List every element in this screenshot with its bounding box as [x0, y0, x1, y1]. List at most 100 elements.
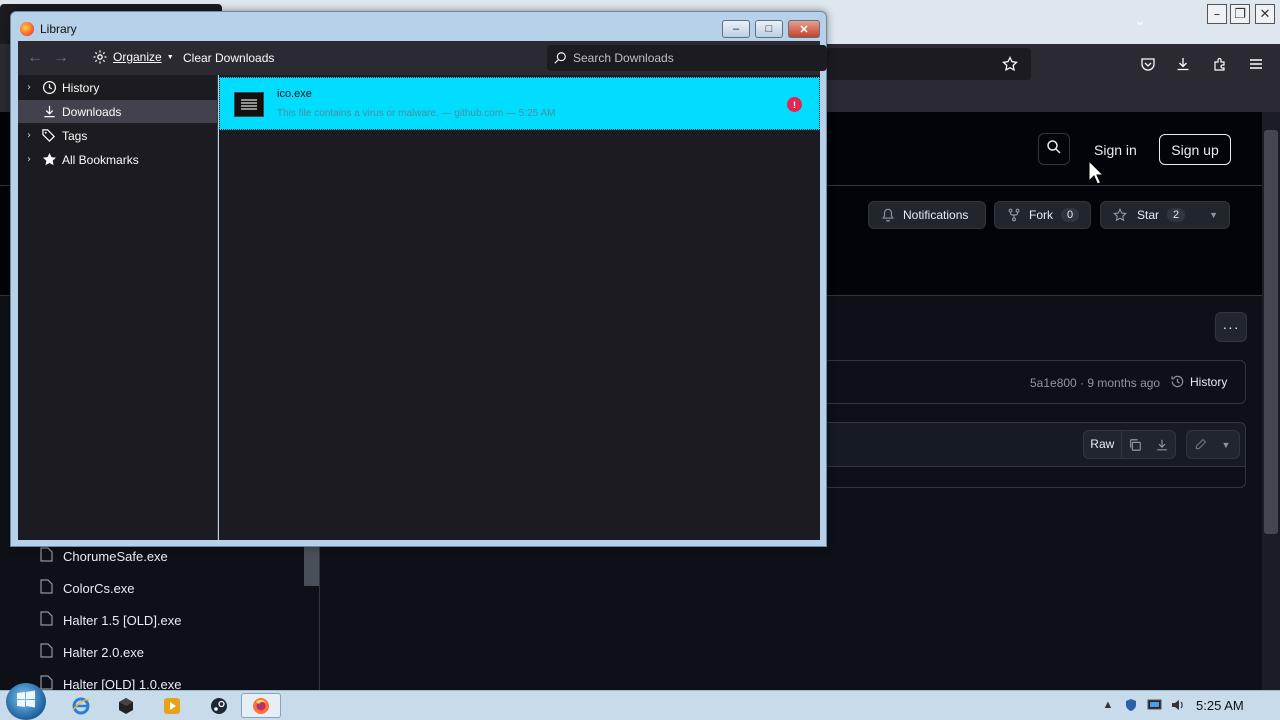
downloads-list: ico.exe This file contains a virus or ma… [219, 75, 820, 540]
file-name: Halter 1.5 [OLD].exe [63, 612, 182, 628]
expand-chevron-icon[interactable]: › [18, 82, 40, 93]
browser-close-button[interactable]: ✕ [1255, 4, 1275, 24]
fork-count: 0 [1061, 208, 1080, 222]
organize-menu-button[interactable]: Organize ▼ [92, 49, 174, 65]
taskbar-clock[interactable]: 5:25 AM [1196, 698, 1244, 713]
menu-hamburger-icon[interactable] [1246, 54, 1266, 74]
organize-label: Organize [113, 50, 162, 64]
extensions-icon[interactable] [1210, 54, 1230, 74]
maximize-button[interactable]: □ [755, 20, 783, 38]
taskbar-firefox-icon[interactable] [241, 693, 281, 718]
star-button[interactable]: Star 2 ▼ [1100, 201, 1230, 229]
executable-file-icon [234, 92, 264, 117]
library-title-bar[interactable]: Library – □ ✕ [11, 12, 826, 40]
sidebar-item-tags[interactable]: › Tags [18, 124, 217, 147]
close-button[interactable]: ✕ [788, 20, 820, 38]
copy-icon[interactable] [1122, 431, 1149, 458]
star-icon [1113, 208, 1127, 222]
sign-up-button[interactable]: Sign up [1159, 134, 1231, 165]
download-raw-icon[interactable] [1148, 431, 1175, 458]
file-name: ColorCs.exe [63, 580, 135, 596]
fork-label: Fork [1029, 208, 1053, 222]
taskbar [0, 690, 1280, 720]
tray-security-icon[interactable] [1123, 697, 1139, 713]
star-label: Star [1137, 208, 1160, 222]
edit-button-group: ▼ [1186, 430, 1240, 459]
minimize-button[interactable]: – [722, 20, 750, 38]
clear-downloads-button[interactable]: Clear Downloads [183, 51, 274, 65]
download-status: This file contains a virus or malware. —… [277, 108, 556, 119]
tag-icon [40, 128, 58, 144]
expand-chevron-icon[interactable]: › [18, 130, 40, 141]
file-header [826, 422, 1246, 467]
tray-expand-icon[interactable]: ▲ [1100, 697, 1116, 713]
list-tabs-chevron-icon[interactable]: ⌄ [1134, 12, 1146, 29]
taskbar-steam-icon[interactable] [199, 693, 239, 718]
browser-minimize-button[interactable]: – [1207, 4, 1227, 24]
raw-button-group: Raw [1083, 430, 1176, 459]
library-sidebar: › History Downloads › Tags › All Bookmar… [18, 75, 218, 540]
forward-arrow-icon[interactable]: → [53, 49, 69, 67]
taskbar-app-icon[interactable] [106, 693, 146, 718]
back-arrow-icon[interactable]: ← [27, 49, 43, 67]
window-title: Library [40, 22, 77, 36]
file-tree-item[interactable]: ColorCs.exe [40, 579, 135, 597]
bookmark-star-icon[interactable] [1000, 54, 1020, 74]
file-tree-scrollbar-thumb[interactable] [304, 546, 319, 586]
edit-dropdown-caret-icon[interactable]: ▼ [1213, 431, 1239, 458]
expand-chevron-icon[interactable]: › [18, 154, 40, 165]
windows-logo-icon [16, 690, 36, 713]
start-button[interactable] [6, 683, 46, 720]
sidebar-item-label: Tags [62, 128, 88, 143]
search-downloads-input[interactable] [573, 51, 813, 65]
file-name: ChorumeSafe.exe [63, 548, 168, 564]
file-body [826, 466, 1246, 488]
library-toolbar: ← → Organize ▼ Clear Downloads [18, 41, 827, 75]
star-dropdown-caret-icon[interactable]: ▼ [1209, 210, 1218, 220]
notifications-label: Notifications [903, 208, 969, 222]
page-scrollbar-thumb[interactable] [1264, 130, 1278, 534]
bell-icon [881, 208, 895, 222]
taskbar-ie-icon[interactable] [61, 693, 101, 718]
tray-network-icon[interactable] [1147, 697, 1163, 713]
file-tree-item[interactable]: ChorumeSafe.exe [40, 547, 168, 565]
sidebar-item-history[interactable]: › History [18, 76, 217, 99]
more-options-button[interactable]: ··· [1215, 312, 1247, 342]
library-window: Library – □ ✕ ← → Organize ▼ Clear Downl… [10, 11, 827, 547]
search-icon [553, 51, 567, 65]
file-icon [40, 643, 53, 661]
clock-icon [40, 80, 58, 96]
taskbar-media-player-icon[interactable] [152, 693, 192, 718]
pocket-icon[interactable] [1138, 54, 1158, 74]
warning-icon[interactable]: ! [787, 97, 802, 112]
file-tree-item[interactable]: Halter 1.5 [OLD].exe [40, 611, 182, 629]
download-item[interactable]: ico.exe This file contains a virus or ma… [219, 77, 820, 130]
sidebar-item-label: All Bookmarks [62, 152, 139, 167]
sidebar-item-downloads[interactable]: Downloads [18, 100, 217, 123]
downloads-icon[interactable] [1173, 54, 1193, 74]
chevron-down-icon: ▼ [166, 53, 174, 61]
commit-meta[interactable]: 5a1e800 · 9 months ago [1030, 376, 1160, 390]
sidebar-item-label: History [62, 80, 100, 95]
tray-volume-icon[interactable] [1171, 697, 1187, 713]
raw-button[interactable]: Raw [1084, 431, 1122, 458]
download-icon [40, 104, 58, 120]
notifications-button[interactable]: Notifications [868, 201, 986, 229]
download-filename: ico.exe [277, 88, 312, 100]
sign-in-link[interactable]: Sign in [1094, 142, 1137, 158]
pencil-icon[interactable] [1187, 431, 1213, 458]
sidebar-item-label: Downloads [62, 104, 122, 119]
file-icon [40, 579, 53, 597]
search-button[interactable] [1038, 133, 1070, 165]
sidebar-item-all-bookmarks[interactable]: › All Bookmarks [18, 148, 217, 171]
star-icon [40, 152, 58, 168]
file-tree-item[interactable]: Halter 2.0.exe [40, 643, 144, 661]
gear-icon [92, 49, 108, 65]
file-icon [40, 547, 53, 565]
file-icon [40, 611, 53, 629]
file-name: Halter 2.0.exe [63, 644, 144, 660]
history-link[interactable]: History [1170, 374, 1227, 389]
browser-restore-button[interactable]: ❐ [1230, 4, 1250, 24]
fork-button[interactable]: Fork 0 [994, 201, 1091, 229]
search-box[interactable] [547, 45, 827, 71]
